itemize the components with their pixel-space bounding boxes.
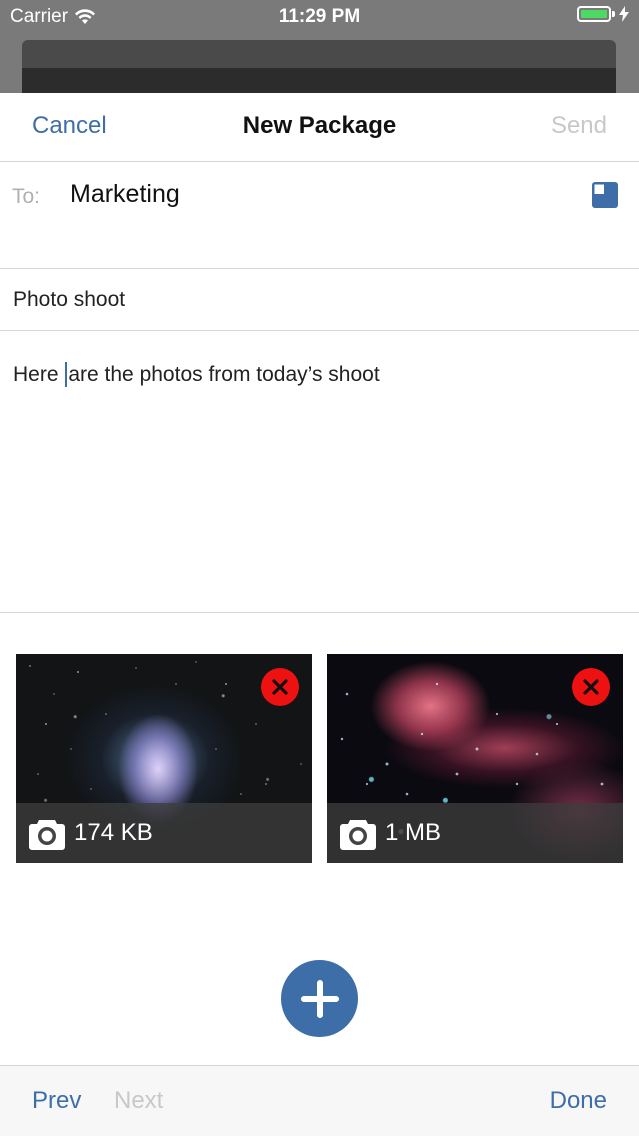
attachment-footer: 174 KB — [16, 803, 312, 863]
attachment-thumbnail[interactable]: 174 KB — [16, 654, 312, 863]
battery-fill — [581, 10, 607, 18]
remove-icon — [272, 679, 288, 695]
message-body-text[interactable]: Here are the photos from today’s shoot — [13, 362, 380, 387]
send-button[interactable]: Send — [551, 112, 607, 140]
subject-row[interactable]: Photo shoot — [0, 269, 639, 331]
prev-button[interactable]: Prev — [32, 1087, 81, 1115]
battery-tip — [612, 11, 615, 17]
remove-icon — [583, 679, 599, 695]
contact-picker-icon[interactable] — [592, 182, 618, 208]
add-attachment-button[interactable] — [281, 960, 358, 1037]
status-bar: Carrier 11:29 PM — [0, 0, 639, 34]
remove-attachment-button[interactable] — [572, 668, 610, 706]
recipient-field[interactable]: Marketing — [70, 180, 180, 209]
attachment-size: 174 KB — [74, 819, 153, 846]
to-label: To: — [12, 185, 41, 208]
body-text-before-cursor: Here — [13, 363, 65, 386]
remove-attachment-button[interactable] — [261, 668, 299, 706]
message-body[interactable]: Here are the photos from today’s shoot — [0, 331, 639, 613]
attachment-footer: 1 MB — [327, 803, 623, 863]
recipient-row[interactable]: To: Marketing — [0, 162, 639, 269]
screen: Carrier 11:29 PM Cancel New Package Send — [0, 0, 639, 1136]
attachments-section: 174 KB 1 MB — [0, 613, 639, 863]
camera-icon — [29, 820, 65, 850]
cancel-button[interactable]: Cancel — [32, 112, 107, 140]
attachment-size: 1 MB — [385, 819, 442, 846]
done-button[interactable]: Done — [550, 1087, 607, 1115]
battery-icon — [577, 6, 611, 22]
camera-icon — [340, 820, 376, 850]
body-text-after-cursor: are the photos from today’s shoot — [68, 363, 380, 386]
charging-bolt-icon — [619, 6, 629, 22]
keyboard-toolbar: Prev Next Done — [0, 1065, 639, 1136]
attachment-thumbnail[interactable]: 1 MB — [327, 654, 623, 863]
battery-group — [577, 6, 629, 22]
navigation-bar: Cancel New Package Send — [0, 93, 639, 162]
plus-icon — [300, 979, 339, 1018]
next-button[interactable]: Next — [114, 1087, 163, 1115]
compose-sheet: Cancel New Package Send To: Marketing Ph… — [0, 93, 639, 1136]
status-time: 11:29 PM — [278, 6, 361, 27]
subject-field[interactable]: Photo shoot — [13, 288, 125, 312]
